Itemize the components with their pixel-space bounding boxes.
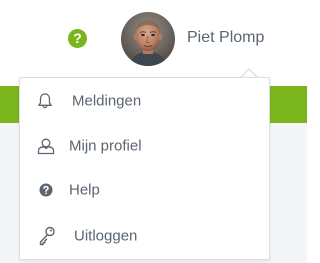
avatar[interactable] xyxy=(121,12,175,66)
question-circle-icon xyxy=(39,183,53,197)
help-glyph: ? xyxy=(73,30,82,46)
bell-icon xyxy=(37,93,53,110)
menu-item-meldingen[interactable]: Meldingen xyxy=(20,81,269,121)
header-help-icon[interactable]: ? xyxy=(68,29,87,48)
menu-item-mijn-profiel[interactable]: Mijn profiel xyxy=(20,126,269,166)
key-icon xyxy=(38,226,56,246)
menu-item-uitloggen[interactable]: Uitloggen xyxy=(20,216,269,256)
avatar-photo xyxy=(121,12,175,66)
menu-item-label: Mijn profiel xyxy=(69,137,142,155)
page: ? Piet Plomp Meldingen Mijn profiel Help… xyxy=(0,0,307,263)
user-name[interactable]: Piet Plomp xyxy=(187,29,264,47)
menu-item-label: Help xyxy=(69,181,100,199)
menu-item-label: Uitloggen xyxy=(74,227,138,245)
user-icon xyxy=(37,137,55,155)
menu-item-help[interactable]: Help xyxy=(20,170,269,210)
user-dropdown-menu: Meldingen Mijn profiel Help Uitloggen xyxy=(19,77,270,260)
menu-item-label: Meldingen xyxy=(72,92,142,110)
